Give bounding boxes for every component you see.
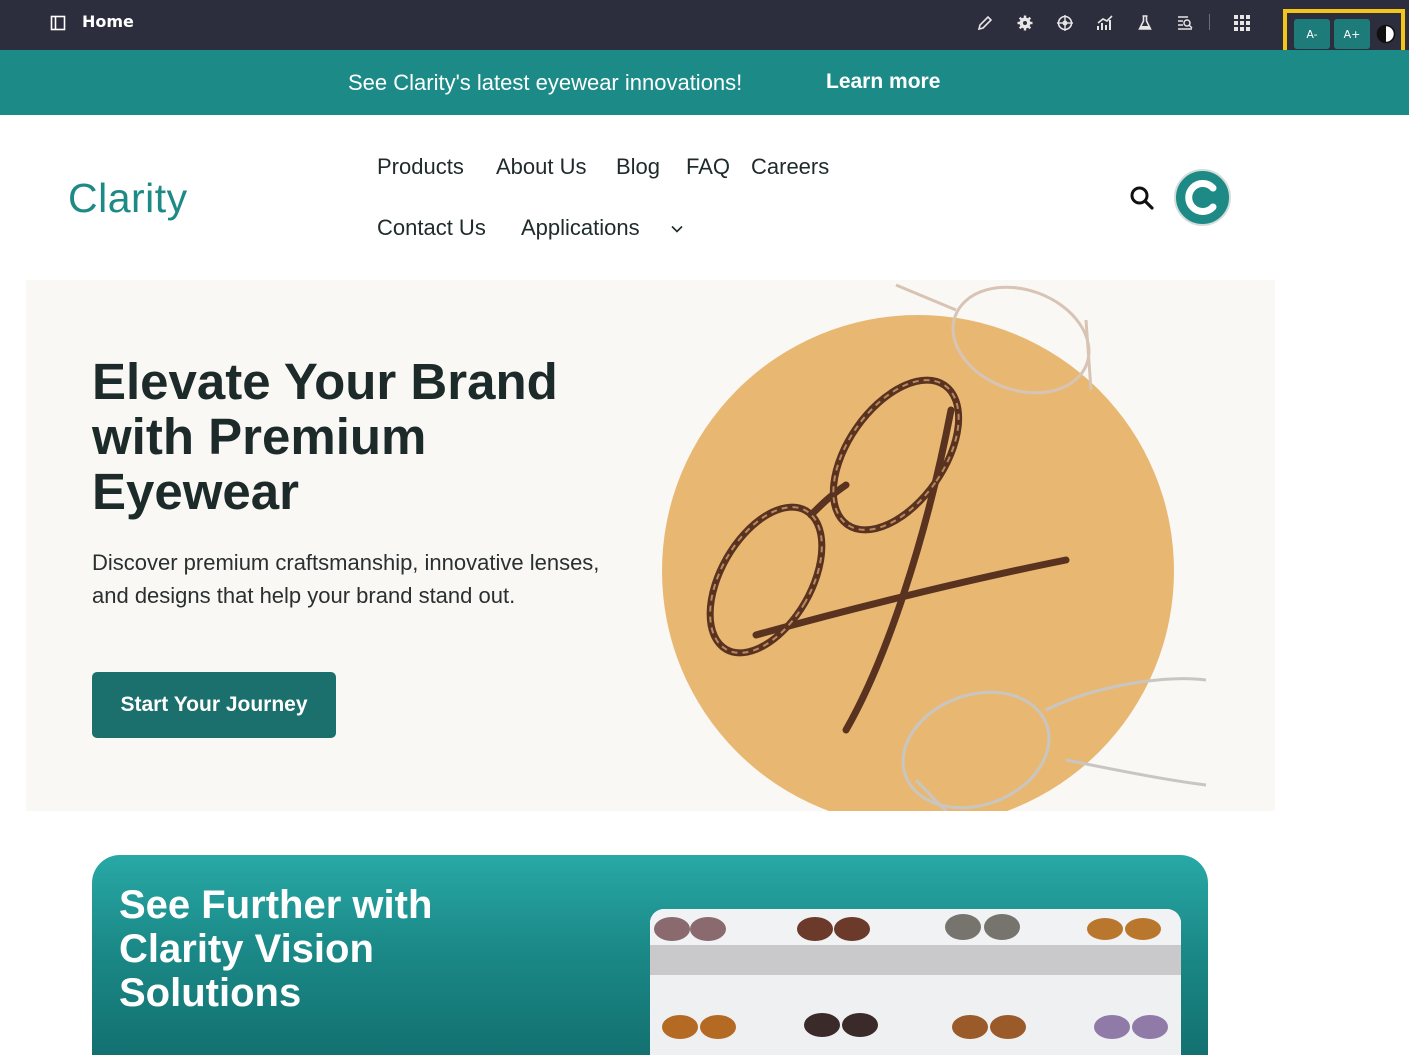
nav-about-us[interactable]: About Us <box>496 154 587 180</box>
decrease-font-button[interactable]: A- <box>1294 19 1330 49</box>
sunglasses-rack-illustration <box>650 909 1181 1055</box>
nav-careers[interactable]: Careers <box>751 154 829 180</box>
search-icon[interactable] <box>1129 185 1155 211</box>
hero-section: Elevate Your Brand with Premium Eyewear … <box>26 280 1275 811</box>
announcement-message: See Clarity's latest eyewear innovations… <box>348 70 743 95</box>
chart-icon[interactable] <box>1096 14 1114 32</box>
nav-contact-us[interactable]: Contact Us <box>377 215 486 241</box>
hero-description: Discover premium craftsmanship, innovati… <box>92 550 600 608</box>
site-logo[interactable]: Clarity <box>68 175 188 222</box>
hero-eyewear-image <box>662 283 1206 811</box>
pencil-icon[interactable] <box>976 14 994 32</box>
nav-blog[interactable]: Blog <box>616 154 660 180</box>
start-journey-button[interactable]: Start Your Journey <box>92 672 336 738</box>
page-title: Home <box>82 12 134 31</box>
editor-topbar: Home <box>0 0 1409 50</box>
sidebar-toggle-icon[interactable] <box>50 15 66 31</box>
increase-font-button[interactable]: A+ <box>1334 19 1370 49</box>
inspect-icon[interactable] <box>1176 14 1194 32</box>
hero-title: Elevate Your Brand with Premium Eyewear <box>92 353 558 520</box>
promo-section: See Further with Clarity Vision Solution… <box>92 855 1208 1055</box>
nav-applications[interactable]: Applications <box>521 215 640 241</box>
nav-faq[interactable]: FAQ <box>686 154 730 180</box>
nav-products[interactable]: Products <box>377 154 464 180</box>
chevron-down-icon[interactable] <box>670 222 684 236</box>
flask-icon[interactable] <box>1136 14 1154 32</box>
announcement-bar: See Clarity's latest eyewear innovations… <box>0 50 1409 115</box>
sunglasses-display-image <box>650 909 1181 1055</box>
contrast-icon[interactable] <box>1376 24 1396 44</box>
target-icon[interactable] <box>1056 14 1074 32</box>
user-avatar[interactable] <box>1174 169 1231 226</box>
grid-icon[interactable] <box>1233 14 1251 32</box>
toolbar-divider <box>1209 14 1210 30</box>
gear-icon[interactable] <box>1016 14 1034 32</box>
promo-title: See Further with Clarity Vision Solution… <box>119 883 433 1015</box>
avatar-logo-icon <box>1185 180 1217 215</box>
learn-more-link[interactable]: Learn more <box>826 70 940 94</box>
